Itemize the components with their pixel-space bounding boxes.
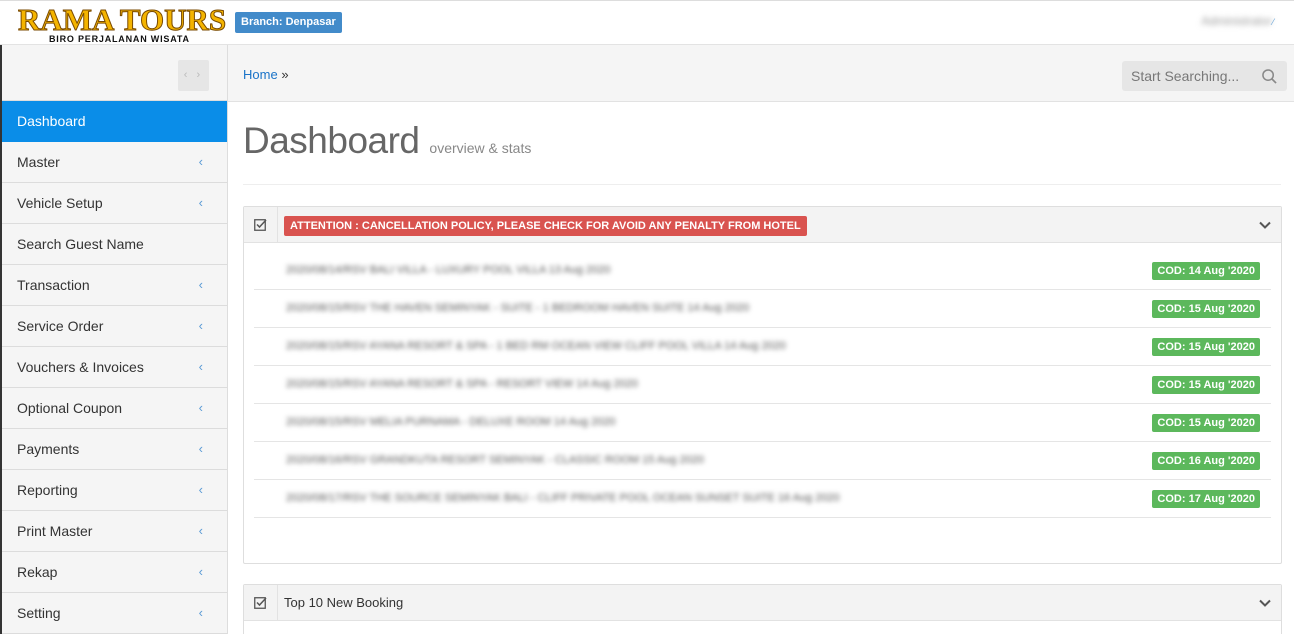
chevron-down-icon[interactable] — [1258, 218, 1272, 232]
sidebar-item-label: Master — [17, 154, 60, 170]
sidebar-item-setting[interactable]: Setting ‹ — [2, 593, 227, 634]
sidebar-item-dashboard[interactable]: Dashboard — [2, 101, 238, 142]
cod-badge: COD: 16 Aug '2020 — [1152, 452, 1260, 470]
search-box — [1122, 61, 1287, 91]
breadcrumb-separator: » — [281, 67, 289, 82]
chevron-left-icon: ‹ — [198, 605, 203, 620]
chevron-left-icon: ‹ — [198, 400, 203, 415]
cancellation-row[interactable]: 2020/08/15/RSV AYANA RESORT & SPA - RESO… — [254, 366, 1271, 404]
portlet-title: Top 10 New Booking — [284, 595, 404, 610]
chevron-left-icon: ‹ — [198, 482, 203, 497]
reservation-text[interactable]: 2020/08/15/RSV AYANA RESORT & SPA - 1 BE… — [286, 340, 786, 352]
branch-badge: Branch: Denpasar — [235, 12, 342, 33]
sidebar-item-vehicle-setup[interactable]: Vehicle Setup ‹ — [2, 183, 227, 224]
cancellation-row[interactable]: 2020/08/15/RSV AYANA RESORT & SPA - 1 BE… — [254, 328, 1271, 366]
cod-badge: COD: 15 Aug '2020 — [1152, 338, 1260, 356]
cancellation-row[interactable]: 2020/08/16/RSV GRANDKUTA RESORT SEMINYAK… — [254, 442, 1271, 480]
cod-badge: COD: 14 Aug '2020 — [1152, 262, 1260, 280]
chevron-left-icon: ‹ — [198, 277, 203, 292]
sidebar-item-payments[interactable]: Payments ‹ — [2, 429, 227, 470]
sidebar-item-label: Search Guest Name — [17, 236, 144, 252]
sidebar-item-label: Dashboard — [17, 113, 86, 129]
logo-tagline: BIRO PERJALANAN WISATA — [49, 34, 190, 44]
sidebar-item-rekap[interactable]: Rekap ‹ — [2, 552, 227, 593]
breadcrumb-home-link[interactable]: Home — [243, 67, 278, 82]
reservation-text[interactable]: 2020/08/15/RSV MELIA PURNAMA - DELUXE RO… — [286, 416, 616, 428]
search-icon[interactable] — [1262, 69, 1277, 84]
search-input[interactable] — [1122, 61, 1257, 91]
rama-tours-logo[interactable]: RAMA TOURS BIRO PERJALANAN WISATA — [17, 3, 226, 46]
user-caret-icon[interactable]: ⁄ — [1272, 17, 1274, 27]
sidebar-item-reporting[interactable]: Reporting ‹ — [2, 470, 227, 511]
cancellation-row[interactable]: 2020/08/17/RSV THE SOURCE SEMINYAK BALI … — [254, 480, 1271, 518]
breadcrumb: Home » — [243, 67, 289, 82]
cancellation-policy-portlet: ATTENTION : CANCELLATION POLICY, PLEASE … — [243, 206, 1282, 564]
chevron-left-icon: ‹ — [198, 318, 203, 333]
cod-badge: COD: 17 Aug '2020 — [1152, 490, 1260, 508]
chevron-left-icon: ‹ — [198, 195, 203, 210]
chevron-left-icon: ‹ — [198, 359, 203, 374]
portlet-header: ATTENTION : CANCELLATION POLICY, PLEASE … — [244, 207, 1281, 243]
portlet-check-cell — [244, 585, 278, 620]
sidebar-item-label: Optional Coupon — [17, 400, 123, 416]
sidebar-item-search-guest-name[interactable]: Search Guest Name — [2, 224, 227, 265]
sidebar-item-label: Print Master — [17, 523, 93, 539]
portlet-body: 2020/08/14/RSV BALI VILLA - LUXURY POOL … — [244, 243, 1281, 518]
cod-badge: COD: 15 Aug '2020 — [1152, 376, 1260, 394]
reservation-text[interactable]: 2020/08/14/RSV BALI VILLA - LUXURY POOL … — [286, 264, 611, 276]
sidebar-item-label: Reporting — [17, 482, 78, 498]
sidebar-item-vouchers-invoices[interactable]: Vouchers & Invoices ‹ — [2, 347, 227, 388]
page-header: Dashboard overview & stats — [243, 120, 1281, 185]
collapse-arrows-icon: ‹ › — [183, 69, 204, 81]
sidebar-item-master[interactable]: Master ‹ — [2, 142, 227, 183]
sidebar-item-label: Service Order — [17, 318, 104, 334]
cancellation-row[interactable]: 2020/08/15/RSV MELIA PURNAMA - DELUXE RO… — [254, 404, 1271, 442]
sidebar-toggle-button[interactable]: ‹ › — [178, 60, 209, 91]
checkbox-check-icon — [254, 219, 267, 231]
page-title: Dashboard — [243, 120, 420, 161]
page-subtitle: overview & stats — [429, 140, 532, 156]
sidebar-item-label: Rekap — [17, 564, 58, 580]
reservation-text[interactable]: 2020/08/15/RSV THE HAVEN SEMINYAK - SUIT… — [286, 302, 749, 314]
reservation-text[interactable]: 2020/08/16/RSV GRANDKUTA RESORT SEMINYAK… — [286, 454, 704, 466]
sidebar-item-label: Vehicle Setup — [17, 195, 103, 211]
reservation-text[interactable]: 2020/08/15/RSV AYANA RESORT & SPA - RESO… — [286, 378, 638, 390]
chevron-left-icon: ‹ — [198, 523, 203, 538]
sidebar-item-optional-coupon[interactable]: Optional Coupon ‹ — [2, 388, 227, 429]
checkbox-check-icon — [254, 597, 267, 609]
portlet-check-cell — [244, 207, 278, 242]
sidebar-item-label: Payments — [17, 441, 80, 457]
sidebar-item-label: Setting — [17, 605, 61, 621]
reservation-text[interactable]: 2020/08/17/RSV THE SOURCE SEMINYAK BALI … — [286, 492, 840, 504]
sidebar-item-label: Transaction — [17, 277, 90, 293]
cod-badge: COD: 15 Aug '2020 — [1152, 414, 1260, 432]
logo-wordmark: RAMA TOURS — [17, 2, 227, 37]
top-header: RAMA TOURS BIRO PERJALANAN WISATA Branch… — [0, 0, 1294, 45]
main-content: Home » Dashboard overview & stats ATTENT… — [228, 45, 1294, 634]
user-menu[interactable]: Administrator — [1201, 14, 1272, 28]
cancellation-row[interactable]: 2020/08/14/RSV BALI VILLA - LUXURY POOL … — [254, 252, 1271, 290]
portlet-header: Top 10 New Booking — [244, 585, 1281, 621]
chevron-left-icon: ‹ — [198, 441, 203, 456]
cancellation-alert-label: ATTENTION : CANCELLATION POLICY, PLEASE … — [284, 216, 807, 236]
sidebar-item-label: Vouchers & Invoices — [17, 359, 144, 375]
chevron-left-icon: ‹ — [198, 154, 203, 169]
sidebar-item-service-order[interactable]: Service Order ‹ — [2, 306, 227, 347]
sidebar-toggle-row: ‹ › — [2, 45, 227, 101]
chevron-down-icon[interactable] — [1258, 596, 1272, 610]
cod-badge: COD: 15 Aug '2020 — [1152, 300, 1260, 318]
sidebar: ‹ › Dashboard Master ‹ Vehicle Setup ‹ S… — [0, 45, 238, 634]
top-new-booking-portlet: Top 10 New Booking — [243, 584, 1282, 634]
sidebar-item-transaction[interactable]: Transaction ‹ — [2, 265, 227, 306]
cancellation-row[interactable]: 2020/08/15/RSV THE HAVEN SEMINYAK - SUIT… — [254, 290, 1271, 328]
breadcrumb-bar: Home » — [228, 45, 1294, 102]
sidebar-item-print-master[interactable]: Print Master ‹ — [2, 511, 227, 552]
chevron-left-icon: ‹ — [198, 564, 203, 579]
